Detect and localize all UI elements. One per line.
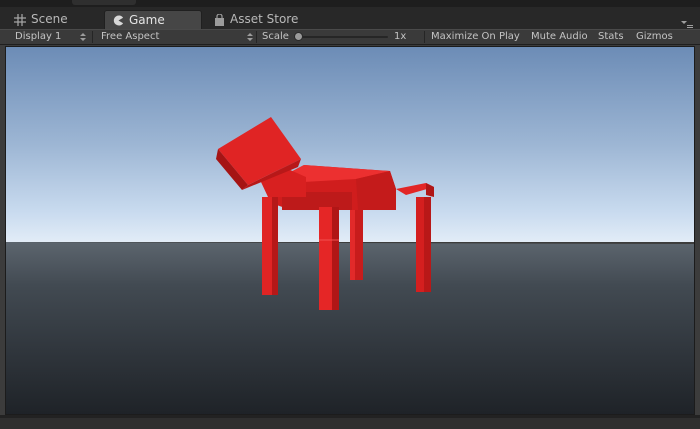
aspect-dropdown-arrow-icon <box>247 33 253 41</box>
game-view-toolbar: Display 1 Free Aspect Scale 1x Maximize … <box>0 29 700 45</box>
tab-asset-store[interactable]: Asset Store <box>206 10 316 29</box>
toolbar-divider <box>256 31 257 43</box>
display-dropdown-arrow-icon <box>80 33 86 41</box>
scale-label: Scale <box>262 31 289 42</box>
scale-slider-track[interactable] <box>294 36 388 38</box>
aspect-dropdown[interactable]: Free Aspect <box>101 30 159 44</box>
grid-icon <box>14 13 26 26</box>
tab-asset-store-label: Asset Store <box>230 12 299 26</box>
maximize-on-play-toggle[interactable]: Maximize On Play <box>431 30 520 44</box>
pacman-icon <box>113 14 124 26</box>
display-dropdown[interactable]: Display 1 <box>15 30 61 44</box>
bottom-panel-edge <box>0 415 700 429</box>
toolbar-divider <box>424 31 425 43</box>
shopping-bag-icon <box>214 13 225 26</box>
stats-toggle[interactable]: Stats <box>598 30 624 44</box>
game-viewport[interactable] <box>5 46 695 415</box>
rendered-scene <box>6 47 694 414</box>
tab-game[interactable]: Game <box>104 10 202 29</box>
toolbar-divider <box>92 31 93 43</box>
mute-audio-toggle[interactable]: Mute Audio <box>531 30 588 44</box>
window-drag-handle[interactable] <box>72 0 136 5</box>
tab-scene-label: Scene <box>31 12 68 26</box>
scale-value: 1x <box>394 31 407 42</box>
scale-slider-thumb[interactable] <box>294 32 303 41</box>
gizmos-dropdown[interactable]: Gizmos <box>636 30 673 44</box>
tab-game-label: Game <box>129 12 165 27</box>
panel-menu-icon[interactable] <box>680 16 694 30</box>
editor-tab-bar: Scene Game Asset Store <box>0 0 700 30</box>
panel-separator <box>0 415 700 418</box>
tab-scene[interactable]: Scene <box>6 10 96 29</box>
